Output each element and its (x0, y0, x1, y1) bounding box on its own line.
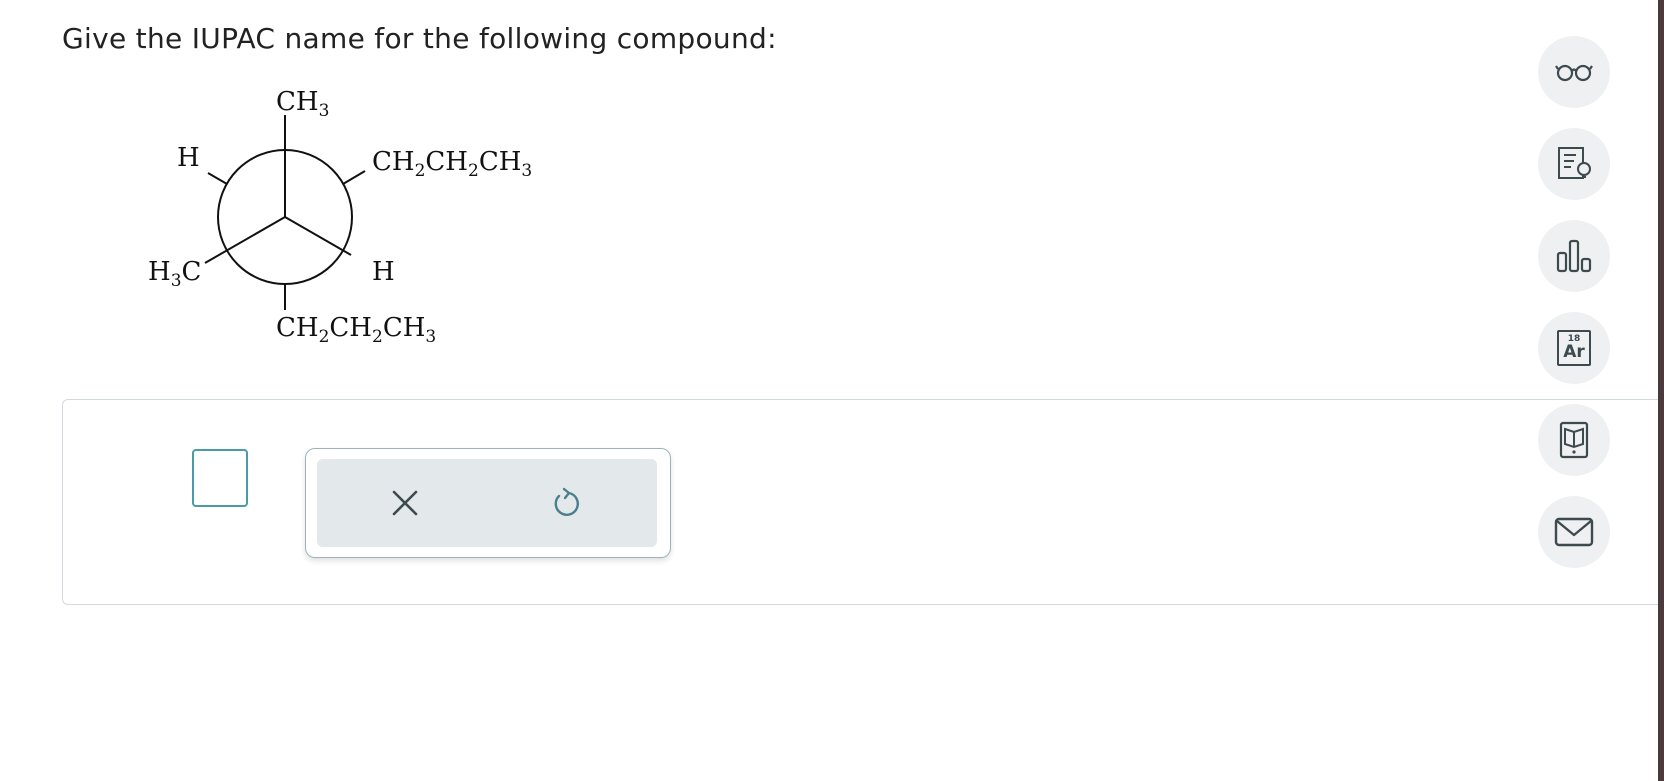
textbook-icon (1559, 421, 1589, 459)
undo-button[interactable] (547, 485, 583, 521)
undo-icon (554, 487, 579, 516)
hint-icon (1558, 147, 1591, 179)
back-right-top-label: CH2CH2CH3 (372, 147, 532, 181)
periodic-table-button[interactable]: 18 Ar (1538, 312, 1610, 384)
close-icon (392, 490, 418, 516)
answer-toolbar (305, 448, 671, 558)
front-left-bottom-label: H3C (148, 257, 201, 291)
hint-button[interactable] (1538, 128, 1610, 200)
textbook-button[interactable] (1538, 404, 1610, 476)
bar-chart-button[interactable] (1538, 220, 1610, 292)
mail-button[interactable] (1538, 496, 1610, 568)
answer-input[interactable] (192, 449, 248, 507)
clear-button[interactable] (387, 485, 423, 521)
back-bond-left (207, 172, 228, 185)
back-bottom-label: CH2CH2CH3 (276, 313, 436, 347)
back-right-bottom-label: H (372, 257, 395, 287)
answer-toolbar-inner (317, 459, 657, 547)
front-bond-left (204, 216, 286, 264)
answer-panel (62, 399, 1664, 605)
front-bond-right (284, 216, 352, 256)
back-left-top-label: H (177, 143, 200, 173)
glasses-icon (1555, 64, 1593, 82)
newman-projection: CH3 H CH2CH2CH3 H3C H CH2CH2CH3 (148, 87, 532, 347)
periodic-table-icon: 18 Ar (1557, 330, 1591, 366)
bar-chart-icon (1556, 239, 1592, 273)
element-symbol: Ar (1563, 342, 1585, 362)
question-text: Give the IUPAC name for the following co… (62, 22, 777, 55)
glasses-button[interactable] (1538, 36, 1610, 108)
window-edge (1658, 0, 1664, 781)
mail-icon (1554, 517, 1594, 547)
back-bond-right (342, 170, 366, 185)
front-top-label: CH3 (276, 87, 329, 121)
